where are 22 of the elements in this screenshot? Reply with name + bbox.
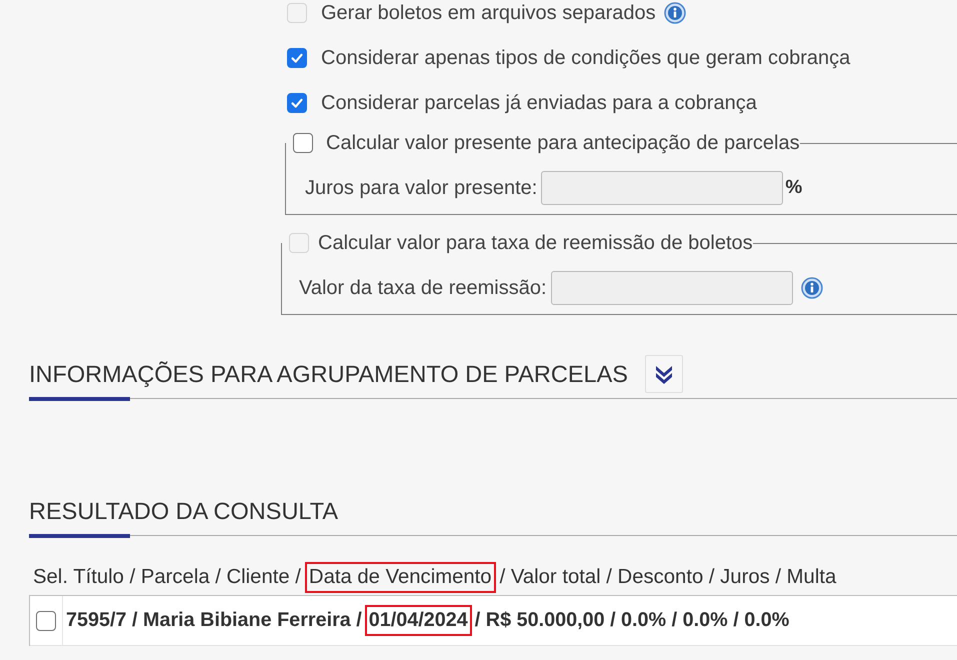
checkbox[interactable] (287, 93, 307, 113)
highlighted-text: Data de Vencimento (304, 562, 496, 593)
field-label: Valor da taxa de reemissão: (299, 276, 547, 301)
fieldset-legend: Calcular valor para taxa de reemissão de boletos (318, 230, 753, 256)
unit-label: % (785, 177, 802, 199)
checkbox[interactable] (293, 133, 313, 153)
table-cell-text: / R$ 50.000,00 / 0.0% / 0.0% / 0.0% (474, 608, 790, 633)
section-title: RESULTADO DA CONSULTA (29, 497, 338, 526)
checkbox[interactable] (287, 48, 307, 68)
checkbox-label: Gerar boletos em arquivos separados (321, 1, 656, 26)
checkbox-label: Considerar apenas tipos de condições que geram cobrança (321, 46, 850, 71)
fieldset-legend: Calcular valor presente para antecipação de parcelas (326, 130, 800, 156)
table-row[interactable]: 7595/7 / Maria Bibiane Ferreira / 01/04/2024 / R$ 50.000,00 / 0.0% / 0.0% / 0.0% (30, 596, 957, 646)
row-checkbox[interactable] (36, 610, 56, 630)
section-title: INFORMAÇÕES PARA AGRUPAMENTO DE PARCELAS (29, 360, 628, 389)
checkbox-label: Considerar parcelas já enviadas para a cobrança (321, 91, 757, 116)
field-label: Juros para valor presente: (305, 176, 538, 201)
table-cell-text: 7595/7 / Maria Bibiane Ferreira / (66, 608, 362, 633)
highlighted-text: 01/04/2024 (364, 605, 472, 636)
column-header-text: Sel. Título / Parcela / Cliente / (33, 565, 301, 590)
column-header-text: / Valor total / Desconto / Juros / Multa (500, 565, 836, 590)
expand-button[interactable] (644, 355, 683, 393)
